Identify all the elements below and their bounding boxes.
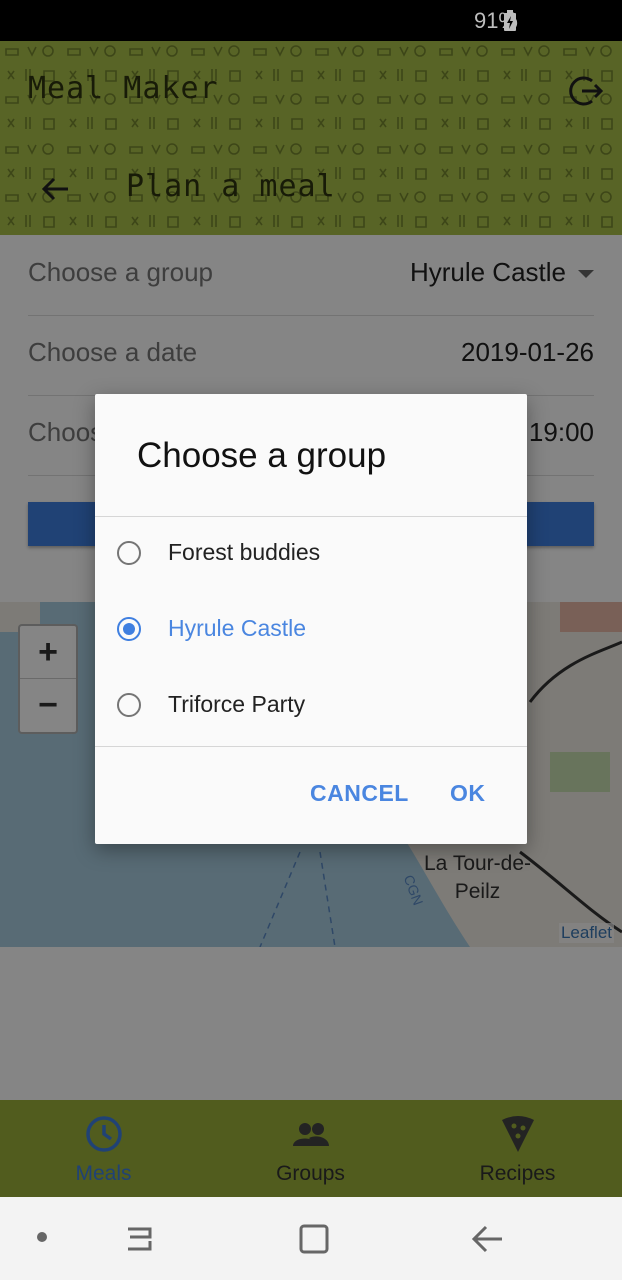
choose-group-dialog: Choose a group Forest buddies Hyrule Cas… [95,394,527,844]
ok-button[interactable]: OK [450,780,486,807]
status-bar: 91% [0,0,622,41]
group-option-label: Hyrule Castle [168,615,307,641]
battery-icon [504,10,516,31]
radio-unchecked-icon[interactable] [117,541,141,565]
dialog-divider [95,746,527,747]
recent-apps-icon[interactable] [122,1221,158,1257]
system-nav-bar [0,1197,622,1280]
group-option-hyrule-castle[interactable]: Hyrule Castle [95,594,527,670]
radio-unchecked-icon[interactable] [117,693,141,717]
group-option-label: Triforce Party [168,691,306,717]
dot-icon[interactable] [34,1229,50,1245]
group-option-label: Forest buddies [168,539,321,565]
group-option-triforce-party[interactable]: Triforce Party [95,670,527,746]
back-icon[interactable] [470,1221,506,1257]
radio-checked-icon[interactable] [117,617,141,641]
group-option-forest-buddies[interactable]: Forest buddies [95,518,527,594]
cancel-button[interactable]: CANCEL [310,780,409,807]
home-icon[interactable] [296,1221,332,1257]
dialog-title: Choose a group [137,436,387,475]
dialog-divider [95,516,527,517]
